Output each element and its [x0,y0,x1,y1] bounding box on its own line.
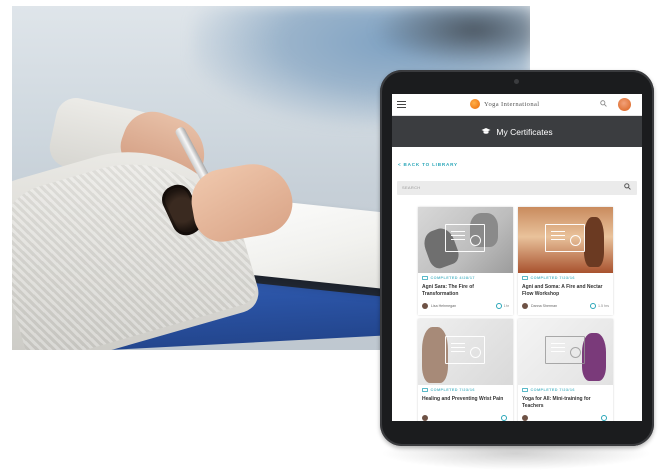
certificate-title: Healing and Preventing Wrist Pain [422,396,504,402]
status-badge: COMPLETED 7/23/16 [522,388,609,392]
status-badge: COMPLETED 7/23/16 [522,276,609,280]
search-placeholder: SEARCH [402,185,421,190]
page-title: My Certificates [496,126,553,137]
author-avatar [522,415,528,421]
seal-icon [570,235,581,246]
logo-mark-icon [470,99,480,109]
camera-icon [514,79,519,84]
certificate-title: Agni and Soma: A Fire and Nectar Flow Wo… [522,284,603,297]
author-avatar [422,415,428,421]
top-nav: Yoga International [392,94,642,116]
duration: 1hr [503,304,509,308]
completed-icon [522,388,528,392]
clock-icon [601,415,607,421]
page-header: My Certificates [392,116,642,147]
author-avatar [422,303,428,309]
brand-logo[interactable]: Yoga International [470,99,539,109]
tablet-shadow [380,446,652,470]
author-name: Lisa Hehmegan [431,304,457,308]
completed-icon [522,276,528,280]
seal-icon [470,347,481,358]
certificate-title: Agni Sara: The Fire of Transformation [422,284,474,297]
seal-icon [470,235,481,246]
clock-icon [495,303,502,309]
tablet-device: Yoga International My Certificates < BAC… [380,70,654,446]
author-avatar [522,303,528,309]
duration: 1.5 hrs [598,304,609,308]
back-to-library-link[interactable]: < BACK TO LIBRARY [398,162,458,167]
certificate-thumbnail [418,207,513,273]
certificate-card[interactable]: COMPLETED 7/23/16 Agni and Soma: A Fire … [518,207,613,315]
certificate-title: Yoga for All: Mini-training for Teachers [522,396,591,409]
thumbnail-person [582,333,606,381]
certificate-thumbnail [518,207,613,273]
clock-icon [590,303,596,309]
certificate-thumbnail [418,319,513,385]
hamburger-icon[interactable] [397,101,406,109]
certificate-card[interactable]: COMPLETED 7/23/16 Yoga for All: Mini-tra… [518,319,613,421]
certificate-card[interactable]: COMPLETED 4/28/17 Agni Sara: The Fire of… [418,207,513,315]
seal-icon [570,347,581,358]
author-name: Danna Sherman [531,304,558,308]
avatar[interactable] [618,98,631,111]
status-badge: COMPLETED 4/28/17 [422,276,509,280]
search-icon[interactable] [600,100,607,109]
tablet-screen: Yoga International My Certificates < BAC… [392,94,642,421]
status-badge: COMPLETED 7/23/16 [422,388,509,392]
completed-icon [422,276,428,280]
thumbnail-person [584,217,604,267]
graduation-cap-icon [481,127,491,137]
brand-name: Yoga International [484,100,540,108]
certificate-thumbnail [518,319,613,385]
completed-icon [422,388,428,392]
photo-blur-dark [372,6,530,66]
clock-icon [501,415,507,421]
certificate-card[interactable]: COMPLETED 7/23/16 Healing and Preventing… [418,319,513,421]
search-button-icon[interactable] [624,183,631,192]
search-input[interactable]: SEARCH [397,181,637,195]
